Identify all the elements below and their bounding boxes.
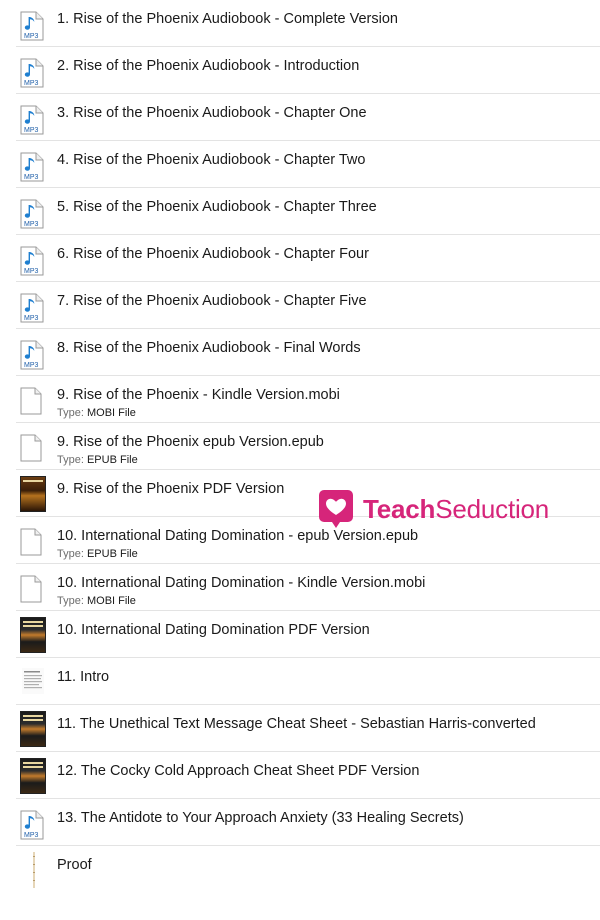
teachseduction-watermark: TeachSeduction xyxy=(318,487,549,531)
svg-text:MP3: MP3 xyxy=(24,362,39,369)
file-type-label: Type: xyxy=(57,407,84,419)
svg-text:MP3: MP3 xyxy=(24,174,39,181)
file-row[interactable]: 11. Intro xyxy=(16,658,600,705)
mp3-file-icon: MP3 xyxy=(20,152,44,182)
file-name: Proof xyxy=(57,857,92,873)
file-type-label: Type: xyxy=(57,454,84,466)
file-row[interactable]: MP3 5. Rise of the Phoenix Audiobook - C… xyxy=(16,188,600,235)
mp3-file-icon: MP3 xyxy=(20,105,44,135)
book-cover-thumbnail xyxy=(20,476,46,512)
file-name: 4. Rise of the Phoenix Audiobook - Chapt… xyxy=(57,152,366,168)
file-row[interactable]: MP3 6. Rise of the Phoenix Audiobook - C… xyxy=(16,235,600,282)
blank-document-icon xyxy=(20,575,42,603)
file-type-value: EPUB File xyxy=(86,548,138,560)
svg-text:MP3: MP3 xyxy=(24,80,39,87)
file-name: 2. Rise of the Phoenix Audiobook - Intro… xyxy=(57,58,360,74)
file-name: 9. Rise of the Phoenix epub Version.epub xyxy=(57,434,324,450)
svg-text:MP3: MP3 xyxy=(24,832,39,839)
file-name: 3. Rise of the Phoenix Audiobook - Chapt… xyxy=(57,105,367,121)
file-name: 12. The Cocky Cold Approach Cheat Sheet … xyxy=(57,763,420,779)
svg-text:MP3: MP3 xyxy=(24,33,39,40)
blank-document-icon xyxy=(20,434,42,462)
file-type: Type: MOBI File xyxy=(57,595,136,607)
file-name: 9. Rise of the Phoenix - Kindle Version.… xyxy=(57,387,340,403)
file-name: 11. The Unethical Text Message Cheat She… xyxy=(57,716,536,732)
file-row[interactable]: Proof xyxy=(16,846,600,893)
mp3-file-icon: MP3 xyxy=(20,246,44,276)
file-list: MP3 1. Rise of the Phoenix Audiobook - C… xyxy=(0,0,600,893)
book-cover-thumbnail xyxy=(20,617,46,653)
file-type: Type: MOBI File xyxy=(57,407,136,419)
file-row[interactable]: 9. Rise of the Phoenix - Kindle Version.… xyxy=(16,376,600,423)
file-name: 7. Rise of the Phoenix Audiobook - Chapt… xyxy=(57,293,367,309)
brand-name-part2: Seduction xyxy=(435,493,550,524)
file-type-value: MOBI File xyxy=(86,407,136,419)
file-name: 8. Rise of the Phoenix Audiobook - Final… xyxy=(57,340,361,356)
file-name: 13. The Antidote to Your Approach Anxiet… xyxy=(57,810,464,826)
file-name: 5. Rise of the Phoenix Audiobook - Chapt… xyxy=(57,199,377,215)
file-name: 1. Rise of the Phoenix Audiobook - Compl… xyxy=(57,11,398,27)
file-name: 11. Intro xyxy=(57,669,110,685)
file-row[interactable]: MP3 3. Rise of the Phoenix Audiobook - C… xyxy=(16,94,600,141)
svg-text:MP3: MP3 xyxy=(24,315,39,322)
blank-document-icon xyxy=(20,528,42,556)
file-name: 10. International Dating Domination - Ki… xyxy=(57,575,426,591)
mp3-file-icon: MP3 xyxy=(20,340,44,370)
mp3-file-icon: MP3 xyxy=(20,810,44,840)
file-row[interactable]: MP3 8. Rise of the Phoenix Audiobook - F… xyxy=(16,329,600,376)
file-name: 10. International Dating Domination PDF … xyxy=(57,622,370,638)
file-name: 6. Rise of the Phoenix Audiobook - Chapt… xyxy=(57,246,369,262)
text-document-thumbnail xyxy=(22,668,44,694)
file-type: Type: EPUB File xyxy=(57,548,138,560)
file-type-value: MOBI File xyxy=(86,595,136,607)
file-type-value: EPUB File xyxy=(86,454,138,466)
file-type-label: Type: xyxy=(57,595,84,607)
file-row[interactable]: 10. International Dating Domination - Ki… xyxy=(16,564,600,611)
file-row[interactable]: 11. The Unethical Text Message Cheat She… xyxy=(16,705,600,752)
svg-text:MP3: MP3 xyxy=(24,268,39,275)
svg-text:MP3: MP3 xyxy=(24,221,39,228)
file-row[interactable]: 9. Rise of the Phoenix epub Version.epub… xyxy=(16,423,600,470)
file-row[interactable]: MP3 2. Rise of the Phoenix Audiobook - I… xyxy=(16,47,600,94)
mp3-file-icon: MP3 xyxy=(20,11,44,41)
book-cover-thumbnail xyxy=(20,758,46,794)
mp3-file-icon: MP3 xyxy=(20,58,44,88)
file-name: 9. Rise of the Phoenix PDF Version xyxy=(57,481,285,497)
file-row[interactable]: MP3 13. The Antidote to Your Approach An… xyxy=(16,799,600,846)
mp3-file-icon: MP3 xyxy=(20,199,44,229)
file-row[interactable]: MP3 4. Rise of the Phoenix Audiobook - C… xyxy=(16,141,600,188)
image-thumbnail xyxy=(33,852,35,888)
brand-name-part1: Teach xyxy=(363,493,436,524)
brand-name: TeachSeduction xyxy=(363,494,549,525)
file-row[interactable]: MP3 1. Rise of the Phoenix Audiobook - C… xyxy=(16,0,600,47)
heart-speech-bubble-logo xyxy=(319,490,353,528)
book-cover-thumbnail xyxy=(20,711,46,747)
file-row[interactable]: 10. International Dating Domination PDF … xyxy=(16,611,600,658)
file-type: Type: EPUB File xyxy=(57,454,138,466)
file-type-label: Type: xyxy=(57,548,84,560)
file-row[interactable]: 12. The Cocky Cold Approach Cheat Sheet … xyxy=(16,752,600,799)
blank-document-icon xyxy=(20,387,42,415)
file-row[interactable]: MP3 7. Rise of the Phoenix Audiobook - C… xyxy=(16,282,600,329)
svg-text:MP3: MP3 xyxy=(24,127,39,134)
mp3-file-icon: MP3 xyxy=(20,293,44,323)
